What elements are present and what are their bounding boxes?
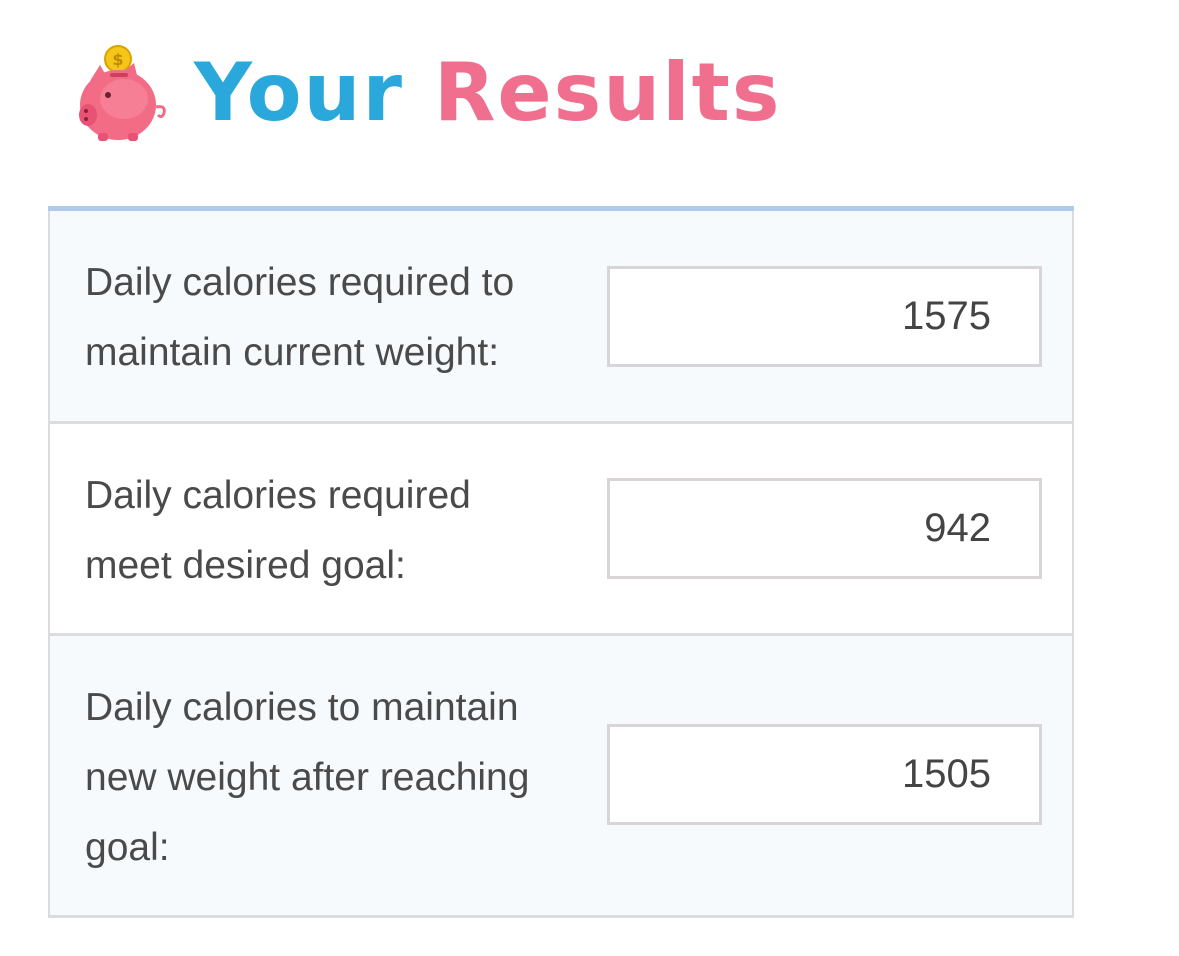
maintain-new-calories-field[interactable]: 1505 (607, 724, 1042, 825)
results-table: Daily calories required to maintain curr… (48, 206, 1074, 918)
result-label: Daily calories to maintain new weight af… (85, 686, 530, 869)
result-label: Daily calories required to maintain curr… (85, 261, 515, 374)
result-row-maintain-current: Daily calories required to maintain curr… (48, 211, 1074, 424)
results-header: $ Your Results (78, 38, 782, 148)
piggy-bank-icon: $ (79, 45, 166, 141)
title-results: Results (433, 46, 782, 139)
svg-text:$: $ (112, 50, 123, 69)
title-your: Your (194, 46, 404, 139)
result-label: Daily calories required meet desired goa… (85, 474, 471, 587)
maintain-current-calories-field[interactable]: 1575 (607, 266, 1042, 367)
desired-goal-calories-field[interactable]: 942 (607, 478, 1042, 579)
result-row-maintain-new: Daily calories to maintain new weight af… (48, 636, 1074, 918)
page-title: Your Results (194, 53, 782, 133)
result-row-desired-goal: Daily calories required meet desired goa… (48, 424, 1074, 636)
